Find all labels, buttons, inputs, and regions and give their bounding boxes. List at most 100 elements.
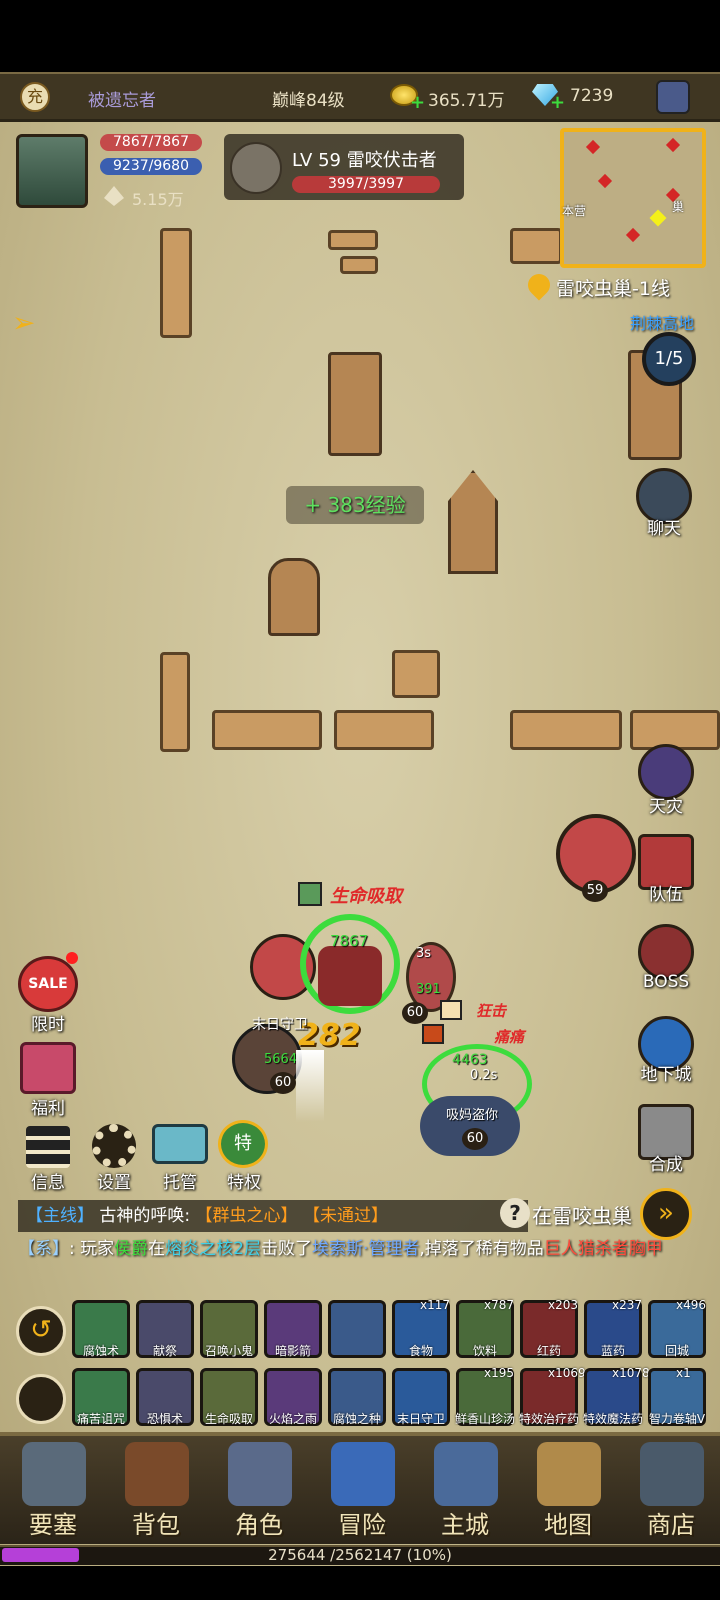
- slot-label: 腐蚀术: [82, 1344, 119, 1358]
- helmet-icon[interactable]: [228, 1442, 292, 1506]
- dungeon-label[interactable]: 地下城: [626, 1060, 706, 1085]
- slot-label: 腐蚀之种: [332, 1412, 381, 1426]
- player-hp-bar: 7867/7867: [100, 134, 202, 151]
- slot-count: x787: [484, 1298, 515, 1312]
- sys-prefix: : 玩家: [69, 1239, 115, 1259]
- sys-item[interactable]: 巨人猎杀者胸甲: [544, 1239, 663, 1259]
- buff-b-icon: [422, 1024, 444, 1044]
- skill-slot[interactable]: [328, 1300, 386, 1358]
- slot-label: 回城: [664, 1344, 689, 1358]
- fast-forward-icon[interactable]: »: [640, 1188, 692, 1240]
- nav-label[interactable]: 背包: [111, 1505, 201, 1540]
- team-label[interactable]: 队伍: [626, 880, 706, 905]
- backpack-icon[interactable]: [125, 1442, 189, 1506]
- boss-label[interactable]: BOSS: [626, 972, 706, 992]
- player-level-badge: 60: [402, 1002, 428, 1024]
- sys-mid2: 击败了: [260, 1239, 312, 1259]
- pet-level-badge: 60: [462, 1128, 488, 1150]
- menu-lines-icon[interactable]: [26, 1126, 70, 1168]
- pet-hp: 4463: [452, 1052, 488, 1068]
- pet-name: 吸妈盗你: [446, 1108, 499, 1123]
- sys-player[interactable]: 侯爵: [114, 1239, 148, 1259]
- quest-name: 古神的呼唤:: [99, 1206, 191, 1226]
- minimap-label-base: 本营: [562, 204, 587, 218]
- ruin-pillar: [160, 228, 192, 338]
- add-gold-icon[interactable]: +: [410, 92, 425, 113]
- fortress-icon[interactable]: [22, 1442, 86, 1506]
- slot-label: 召唤小鬼: [204, 1344, 253, 1358]
- player-mp-bar: 9237/9680: [100, 158, 202, 175]
- peak-level: 巅峰84级: [272, 91, 345, 111]
- auto-battle-icon[interactable]: [152, 1124, 208, 1164]
- slot-label: 蓝药: [600, 1344, 625, 1358]
- skill-callout-icon: [298, 882, 322, 906]
- craft-label[interactable]: 合成: [626, 1150, 706, 1175]
- ruin-wall: [334, 710, 434, 750]
- help-question-icon[interactable]: ?: [500, 1198, 530, 1228]
- minimap-label-nest: 巢: [672, 200, 685, 214]
- enemy-level-badge: 59: [582, 880, 608, 902]
- welfare-label[interactable]: 福利: [8, 1094, 88, 1119]
- wave-counter: 1/5: [642, 332, 696, 386]
- slot-label: 火焰之雨: [268, 1412, 317, 1426]
- sys-mid3: ,掉落了稀有物品: [419, 1239, 544, 1259]
- location-name[interactable]: 雷咬虫巢-1线: [556, 274, 670, 301]
- sys-place: 熔炎之核2层: [165, 1239, 261, 1259]
- sys-tag: 【系】: [18, 1239, 69, 1259]
- exp-text: 275644 /2562147 (10%): [268, 1546, 452, 1564]
- quest-side-text: 在雷咬虫巢: [532, 1204, 632, 1228]
- slot-label: 暗影箭: [274, 1344, 311, 1358]
- add-diamond-icon[interactable]: +: [550, 92, 565, 113]
- privilege-badge-icon[interactable]: 特: [218, 1120, 268, 1168]
- target-title: LV 59 雷咬伏击者: [292, 150, 437, 171]
- gift-box-icon[interactable]: [20, 1042, 76, 1094]
- recharge-icon[interactable]: 充: [20, 82, 50, 112]
- slot-label: 痛苦诅咒: [76, 1412, 125, 1426]
- slot-count: x237: [612, 1298, 643, 1312]
- portal-icon[interactable]: [331, 1442, 395, 1506]
- trash-icon[interactable]: [16, 1374, 66, 1424]
- slot-label: 红药: [536, 1344, 561, 1358]
- ally-level-badge: 60: [270, 1072, 296, 1094]
- ruin-wall: [510, 228, 562, 264]
- disaster-label[interactable]: 天灾: [626, 792, 706, 817]
- skill-callout: 生命吸取: [330, 886, 402, 907]
- player-avatar[interactable]: [16, 134, 88, 208]
- castle-icon[interactable]: [434, 1442, 498, 1506]
- shop-icon[interactable]: [640, 1442, 704, 1506]
- nav-label[interactable]: 冒险: [317, 1505, 407, 1540]
- expand-arrow-icon[interactable]: ➢: [12, 306, 35, 339]
- nav-label[interactable]: 要塞: [8, 1505, 98, 1540]
- swap-bar-icon[interactable]: ↺: [16, 1306, 66, 1356]
- nav-label[interactable]: 地图: [523, 1505, 613, 1540]
- player-overhead-hp: 7867: [330, 932, 369, 950]
- slot-count: x1069: [548, 1366, 586, 1380]
- enemy-b-timer: 3s: [416, 946, 432, 961]
- ruin-pillar: [160, 652, 190, 752]
- next-area-label[interactable]: 荆棘高地: [630, 310, 694, 334]
- power-value: 5.15万: [132, 190, 184, 209]
- wizard-hat-icon[interactable]: [656, 80, 690, 114]
- minimap[interactable]: [560, 128, 706, 268]
- nav-label[interactable]: 商店: [626, 1505, 716, 1540]
- skill-row-2: 痛苦诅咒 恐惧术 生命吸取 火焰之雨 腐蚀之种 末日守卫 x195 鲜香山珍汤 x1069 特效治…: [72, 1366, 718, 1432]
- ally-hp: 5664: [264, 1052, 298, 1067]
- ruin-rubble: [392, 650, 440, 698]
- ruin-rubble: [340, 256, 378, 274]
- quest-tag: 【主线】: [26, 1206, 94, 1226]
- nav-label[interactable]: 主城: [420, 1505, 510, 1540]
- nav-label[interactable]: 角色: [214, 1505, 304, 1540]
- buff-b-label: 痛痛: [494, 1028, 525, 1046]
- gear-icon[interactable]: [92, 1124, 136, 1168]
- chat-label[interactable]: 聊天: [624, 514, 704, 539]
- sale-icon[interactable]: SALE: [18, 956, 78, 1012]
- privilege-label[interactable]: 特权: [204, 1168, 284, 1193]
- slot-count: x1: [676, 1366, 691, 1380]
- enemy-b-hp: 391: [416, 982, 441, 997]
- spell-effect: [296, 1050, 324, 1122]
- limited-label[interactable]: 限时: [8, 1010, 88, 1035]
- quest-tracker[interactable]: 【主线】 古神的呼唤: 【群虫之心】 【未通过】: [18, 1200, 528, 1232]
- scroll-map-icon[interactable]: [537, 1442, 601, 1506]
- quest-target: 【群虫之心】: [195, 1206, 298, 1226]
- ruin-wall: [510, 710, 622, 750]
